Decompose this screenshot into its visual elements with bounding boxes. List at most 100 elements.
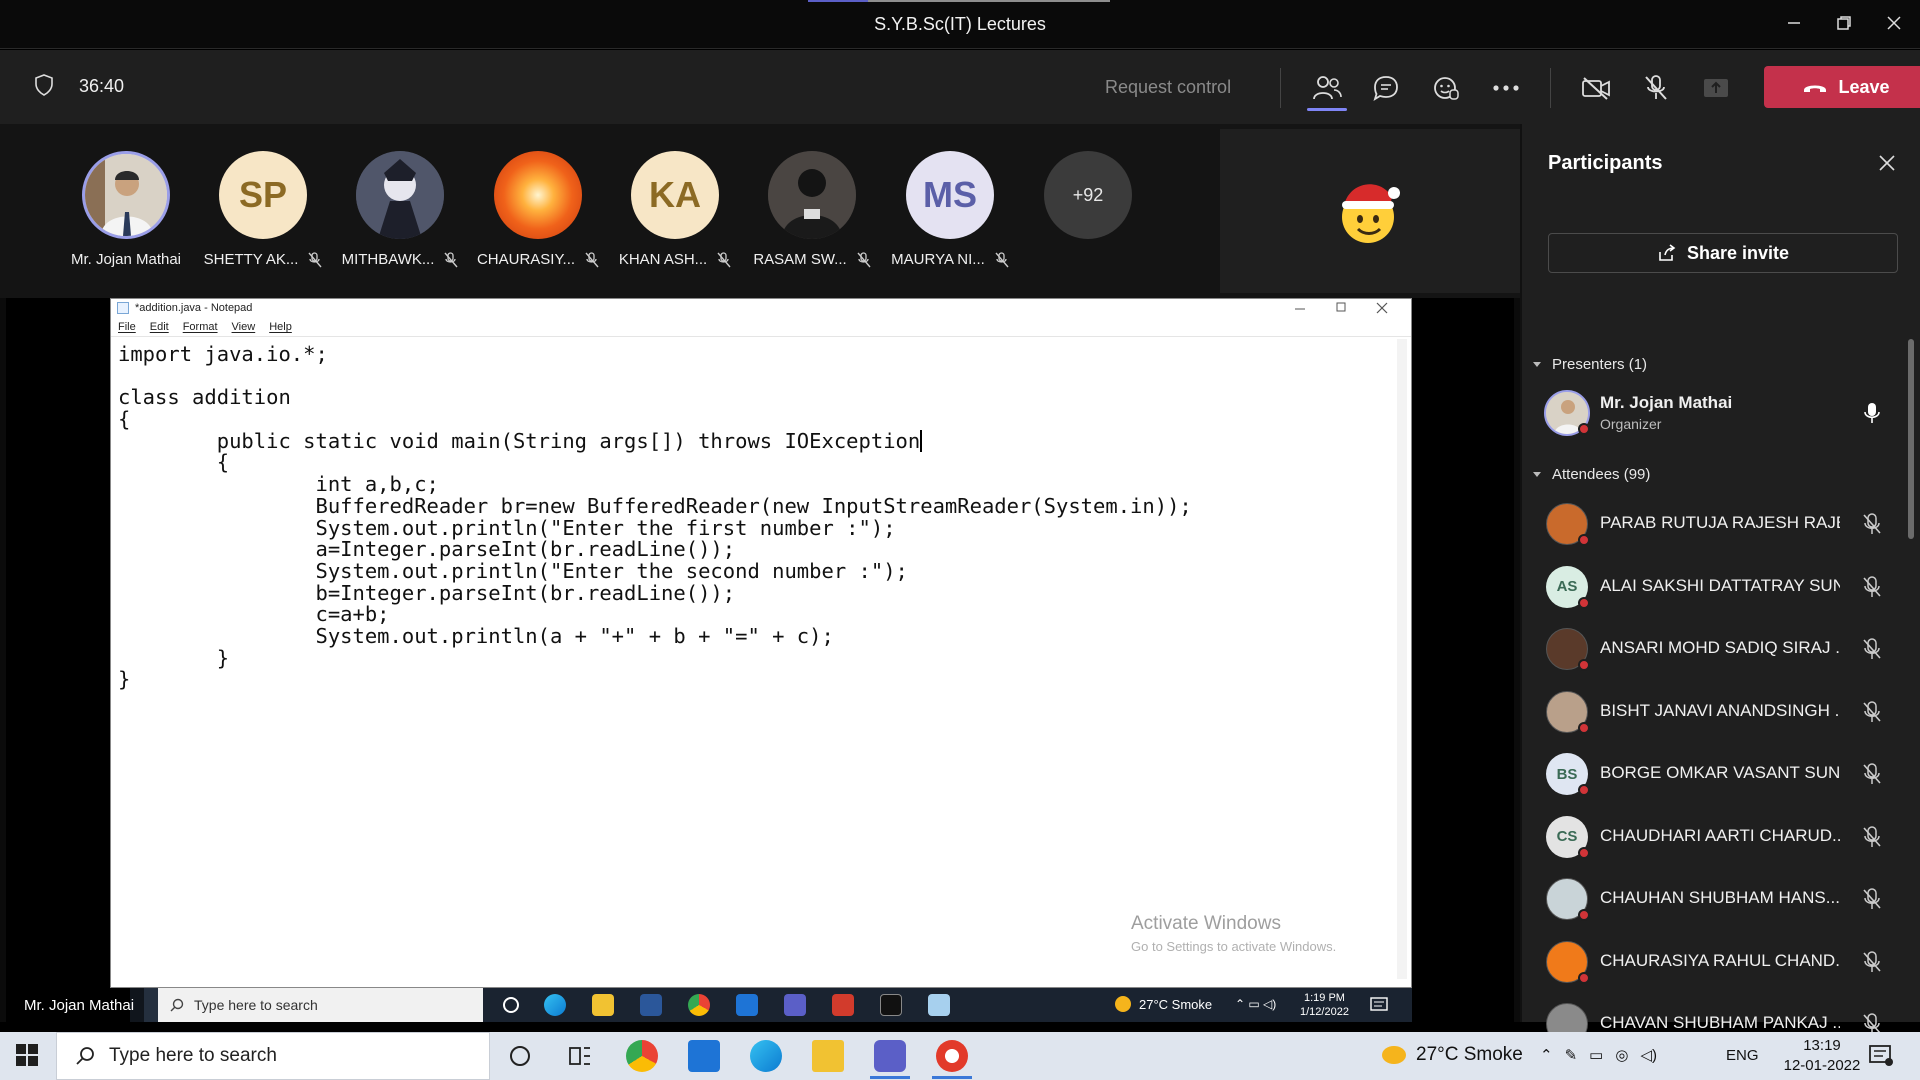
participant-name: SHETTY AK... [193, 251, 333, 268]
attendees-section-header[interactable]: Attendees (99) [1532, 466, 1650, 483]
minimize-icon [1788, 22, 1800, 24]
mic-off-icon [1863, 638, 1881, 659]
shared-clock: 1:19 PM 1/12/2022 [1300, 992, 1349, 1018]
share-screen-button[interactable] [1698, 70, 1734, 106]
code-editor[interactable]: import java.io.*; class addition{ public … [118, 341, 1192, 692]
presenters-section-header[interactable]: Presenters (1) [1532, 356, 1647, 373]
participant-tile[interactable]: Mr. Jojan Mathai [56, 151, 196, 268]
attendee-row[interactable]: CHAUHAN SHUBHAM HANS... [1546, 873, 1886, 923]
presence-dot [1578, 909, 1590, 921]
panel-scrollbar[interactable] [1908, 339, 1914, 539]
mic-on-icon [1864, 403, 1880, 423]
avatar: SP [219, 151, 307, 239]
menu-edit[interactable]: Edit [150, 318, 169, 336]
leave-button[interactable]: Leave [1764, 66, 1920, 108]
minimize-button[interactable] [1776, 8, 1812, 38]
file-explorer-icon[interactable] [812, 1040, 844, 1072]
code-line: System.out.println("Enter the second num… [118, 558, 908, 583]
mail-icon[interactable] [688, 1040, 720, 1072]
title-accent-active [808, 0, 868, 2]
request-control-button[interactable]: Request control [1105, 77, 1231, 98]
share-invite-button[interactable]: Share invite [1548, 233, 1898, 273]
teams-active-indicator [870, 1076, 910, 1079]
teams-icon[interactable] [874, 1040, 906, 1072]
anime-avatar-icon [356, 151, 444, 239]
participant-name: KHAN ASH... [605, 251, 745, 268]
shared-tray-icons: ⌃ ▭ ◁) [1235, 997, 1277, 1011]
participant-tile[interactable]: SP SHETTY AK... [193, 151, 333, 268]
activate-windows-watermark: Activate Windows Go to Settings to activ… [1131, 913, 1337, 954]
windows-start-icon[interactable] [16, 1044, 38, 1066]
cortana-icon[interactable] [504, 1040, 536, 1072]
chat-button[interactable] [1368, 70, 1404, 106]
restore-button[interactable] [1826, 8, 1862, 38]
person-photo-icon [85, 154, 167, 236]
attendee-row[interactable]: PARAB RUTUJA RAJESH RAJE... [1546, 498, 1886, 548]
close-icon [1887, 16, 1901, 30]
host-search-box[interactable]: Type here to search [56, 1032, 490, 1080]
avatar [768, 151, 856, 239]
close-window-button[interactable] [1876, 8, 1912, 38]
notification-center-icon[interactable] [1868, 1044, 1894, 1068]
mail-icon [736, 994, 758, 1016]
presence-dot [1578, 423, 1590, 435]
attendee-row[interactable]: BS BORGE OMKAR VASANT SUN... [1546, 748, 1886, 798]
more-participants-button[interactable]: +92 [1044, 151, 1132, 239]
participant-tile[interactable]: MITHBAWK... [330, 151, 470, 268]
mic-off-icon [995, 251, 1009, 267]
participant-tile[interactable]: KA KHAN ASH... [605, 151, 745, 268]
reactions-button[interactable] [1428, 70, 1464, 106]
notepad-scrollbar[interactable] [1397, 339, 1407, 979]
people-button[interactable] [1309, 70, 1345, 106]
notepad-window-controls [1295, 302, 1388, 314]
attendee-row[interactable]: BISHT JANAVI ANANDSINGH ... [1546, 686, 1886, 736]
more-actions-button[interactable] [1488, 70, 1524, 106]
people-icon [1313, 76, 1342, 100]
presence-dot [1578, 784, 1590, 796]
attendee-name: ANSARI MOHD SADIQ SIRAJ ... [1600, 638, 1840, 657]
network-icon[interactable]: ◎ [1615, 1046, 1628, 1064]
raise-hand-icon [1434, 77, 1459, 100]
mic-off-icon [857, 251, 871, 267]
attendee-row[interactable]: CHAURASIYA RAHUL CHAND... [1546, 936, 1886, 986]
participant-tile[interactable]: RASAM SW... [742, 151, 882, 268]
mic-off-icon [1863, 513, 1881, 534]
presence-dot [1578, 721, 1590, 734]
avatar [356, 151, 444, 239]
host-tray-icons[interactable]: ⌃ ✎ ▭ ◎ ◁) [1540, 1046, 1657, 1064]
participant-tile[interactable]: CHAURASIY... [468, 151, 608, 268]
task-view-icon[interactable] [564, 1040, 596, 1072]
close-panel-button[interactable] [1874, 150, 1900, 176]
search-icon [170, 998, 184, 1012]
attendee-name: PARAB RUTUJA RAJESH RAJE... [1600, 513, 1840, 532]
attendee-row[interactable]: CS CHAUDHARI AARTI CHARUD... [1546, 811, 1886, 861]
recorder-app-icon[interactable] [936, 1040, 968, 1072]
attendee-row[interactable]: AS ALAI SAKSHI DATTATRAY SUN... [1546, 561, 1886, 611]
menu-view[interactable]: View [232, 318, 256, 336]
edge-icon[interactable] [750, 1040, 782, 1072]
chevron-down-icon [1533, 361, 1541, 367]
pen-icon[interactable]: ✎ [1565, 1046, 1578, 1064]
host-clock[interactable]: 13:19 12-01-2022 [1782, 1036, 1862, 1076]
language-indicator[interactable]: ENG [1726, 1047, 1759, 1064]
chrome-icon [688, 994, 710, 1016]
presenter-row[interactable]: Mr. Jojan Mathai Organizer [1544, 387, 1886, 437]
menu-file[interactable]: File [118, 318, 136, 336]
mic-toggle-button[interactable] [1638, 70, 1674, 106]
title-bar: S.Y.B.Sc(IT) Lectures [0, 0, 1920, 49]
chevron-up-icon[interactable]: ⌃ [1540, 1046, 1553, 1064]
camera-toggle-button[interactable] [1578, 70, 1614, 106]
chrome-icon[interactable] [626, 1040, 658, 1072]
host-weather[interactable]: 27°C Smoke [1382, 1044, 1523, 1066]
code-line: System.out.println(a + "+" + b + "=" + c… [118, 623, 834, 648]
menu-help[interactable]: Help [269, 318, 292, 336]
attendee-row[interactable]: ANSARI MOHD SADIQ SIRAJ ... [1546, 623, 1886, 673]
battery-icon[interactable]: ▭ [1589, 1046, 1603, 1064]
menu-format[interactable]: Format [183, 318, 218, 336]
panel-title: Participants [1548, 152, 1663, 174]
volume-icon[interactable]: ◁) [1640, 1046, 1657, 1064]
participant-tile[interactable]: MS MAURYA NI... [880, 151, 1020, 268]
person-photo-icon [768, 151, 856, 239]
participant-gallery: Mr. Jojan Mathai SP SHETTY AK... MITHBAW… [0, 124, 1520, 298]
code-line: } [118, 667, 131, 692]
